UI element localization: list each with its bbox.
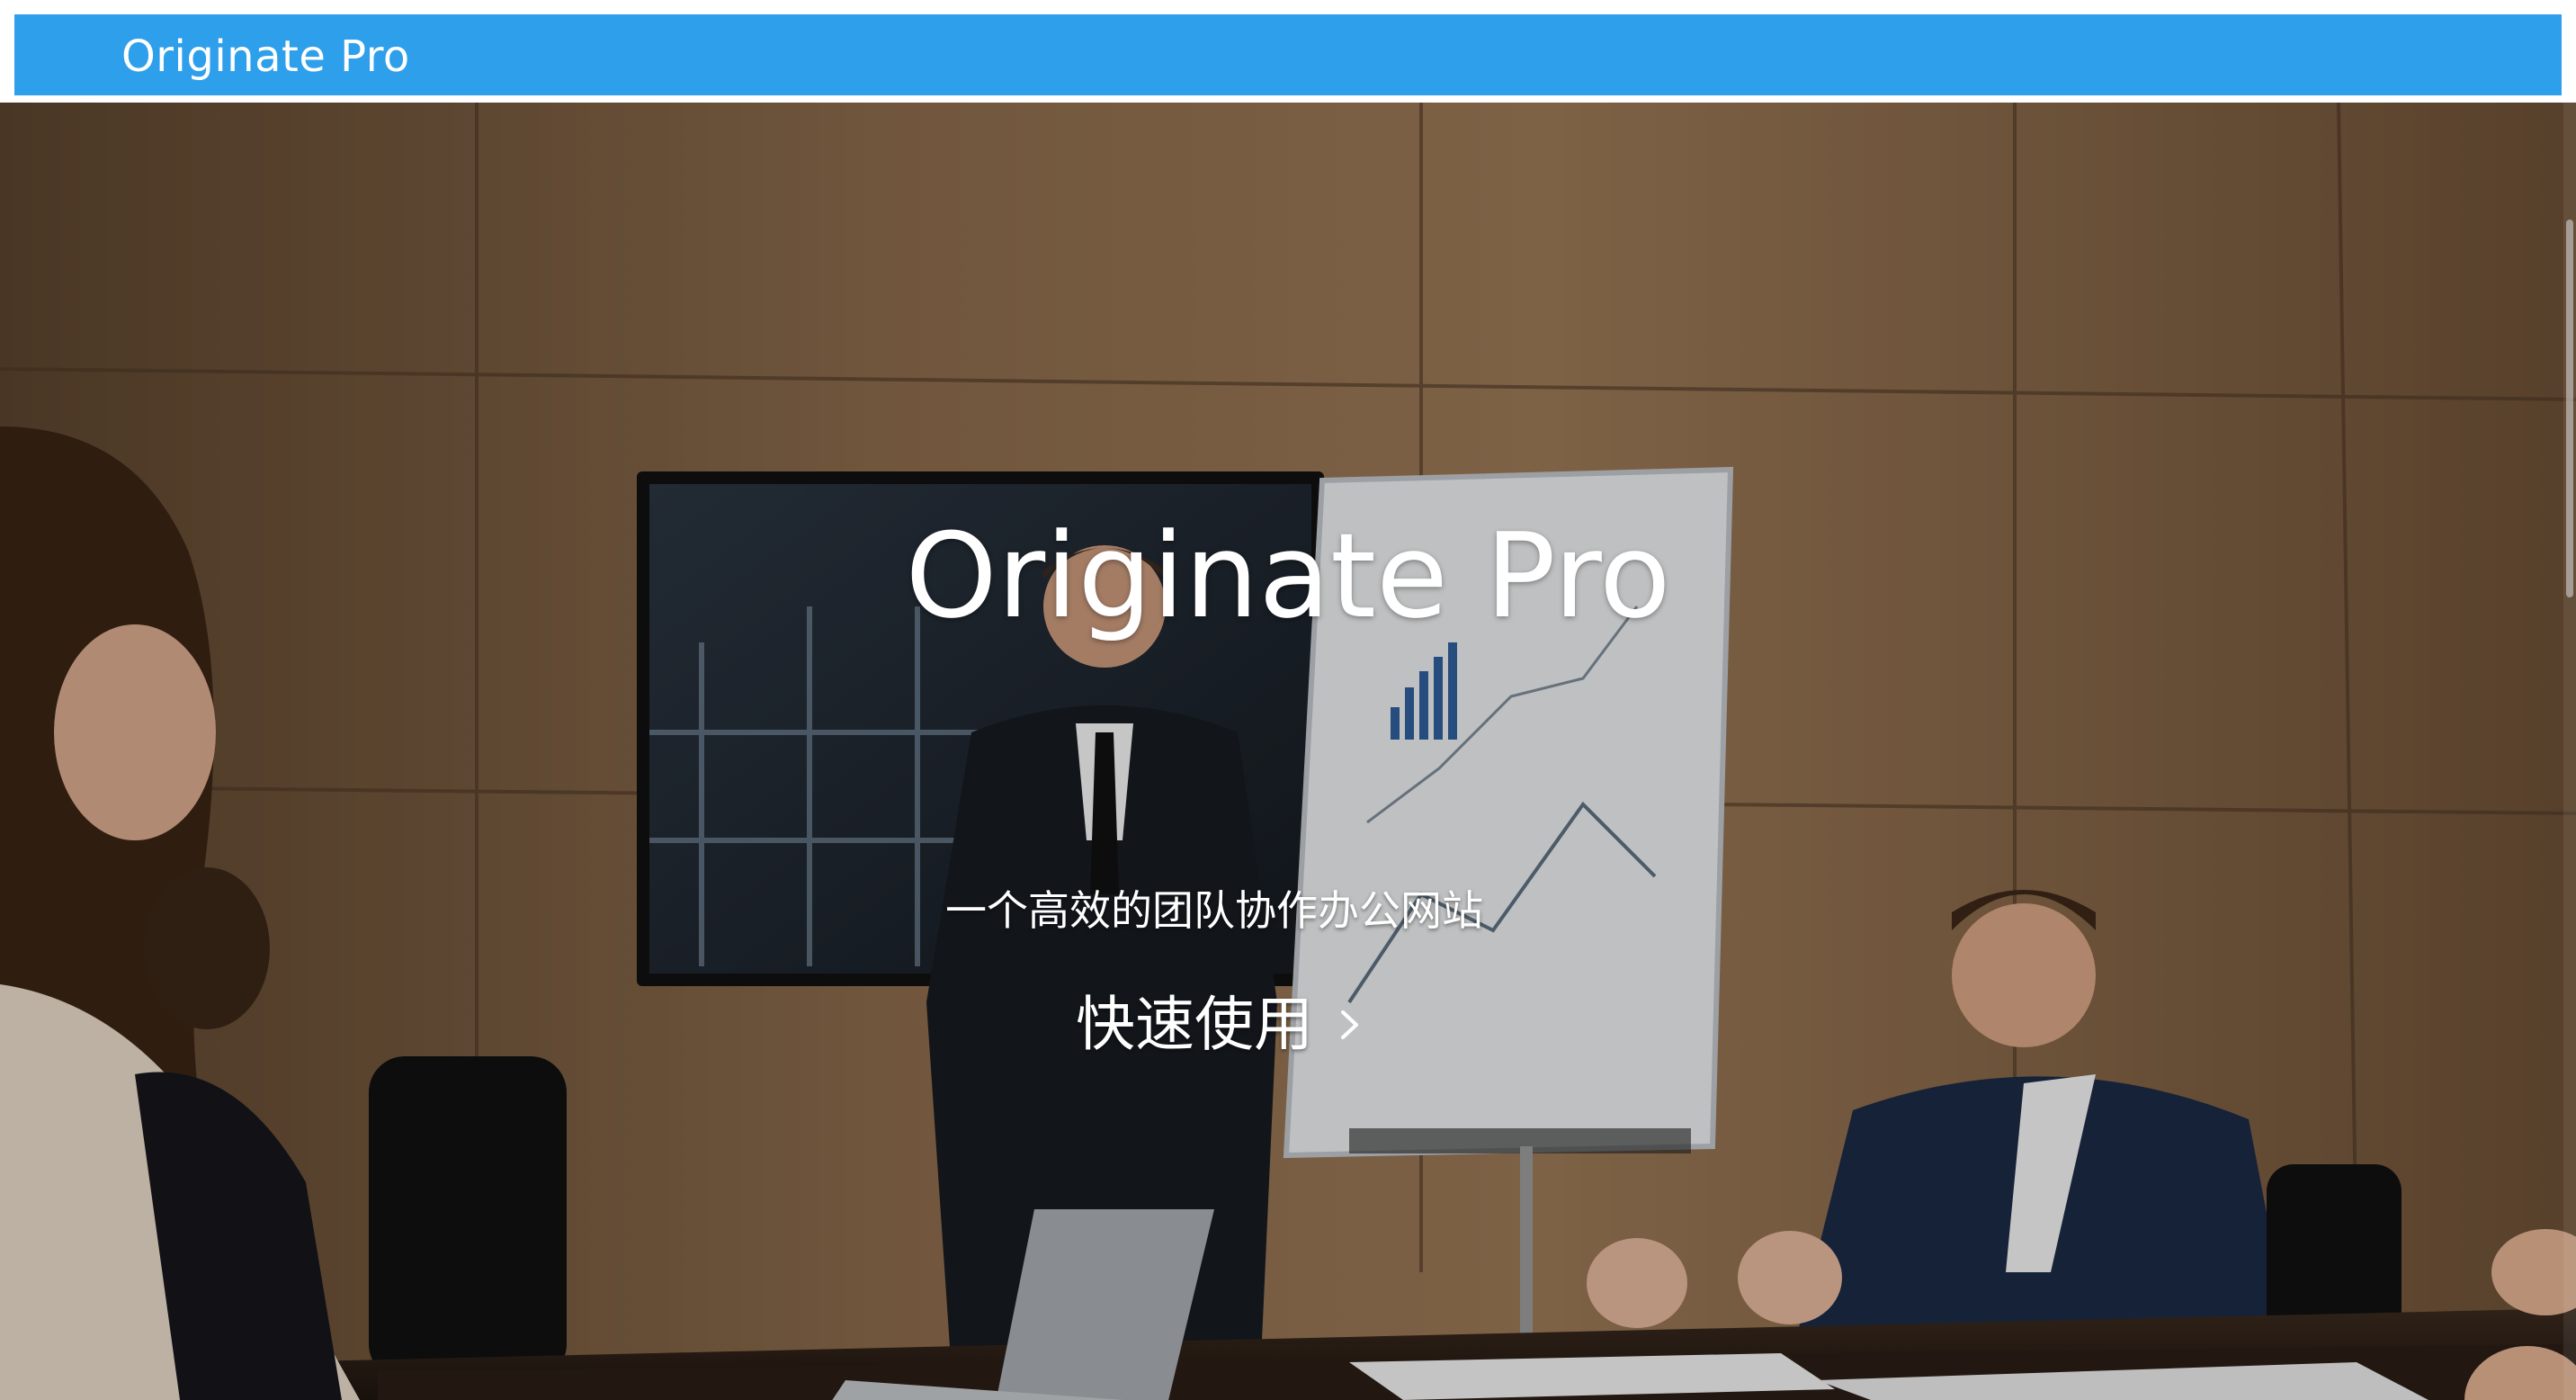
- hero-section: Originate Pro 一个高效的团队协作办公网站 快速使用: [0, 103, 2576, 1400]
- quick-start-button[interactable]: 快速使用: [1076, 986, 1362, 1063]
- hero-subtitle: 一个高效的团队协作办公网站: [945, 886, 1483, 935]
- scrollbar-thumb[interactable]: [2566, 220, 2573, 597]
- quick-start-label: 快速使用: [1076, 990, 1313, 1059]
- hero-title: Originate Pro: [905, 507, 1671, 644]
- page: Originate Pro Originate Pro 一个高效的团队协作办公网…: [0, 0, 2576, 1400]
- navbar: Originate Pro: [14, 14, 2562, 99]
- window-frame: [0, 0, 2576, 14]
- hero-background-image: [0, 103, 2576, 1400]
- brand-link[interactable]: Originate Pro: [121, 31, 410, 83]
- chevron-right-icon: [1341, 1010, 1358, 1039]
- page-scrollbar[interactable]: [2563, 103, 2576, 1400]
